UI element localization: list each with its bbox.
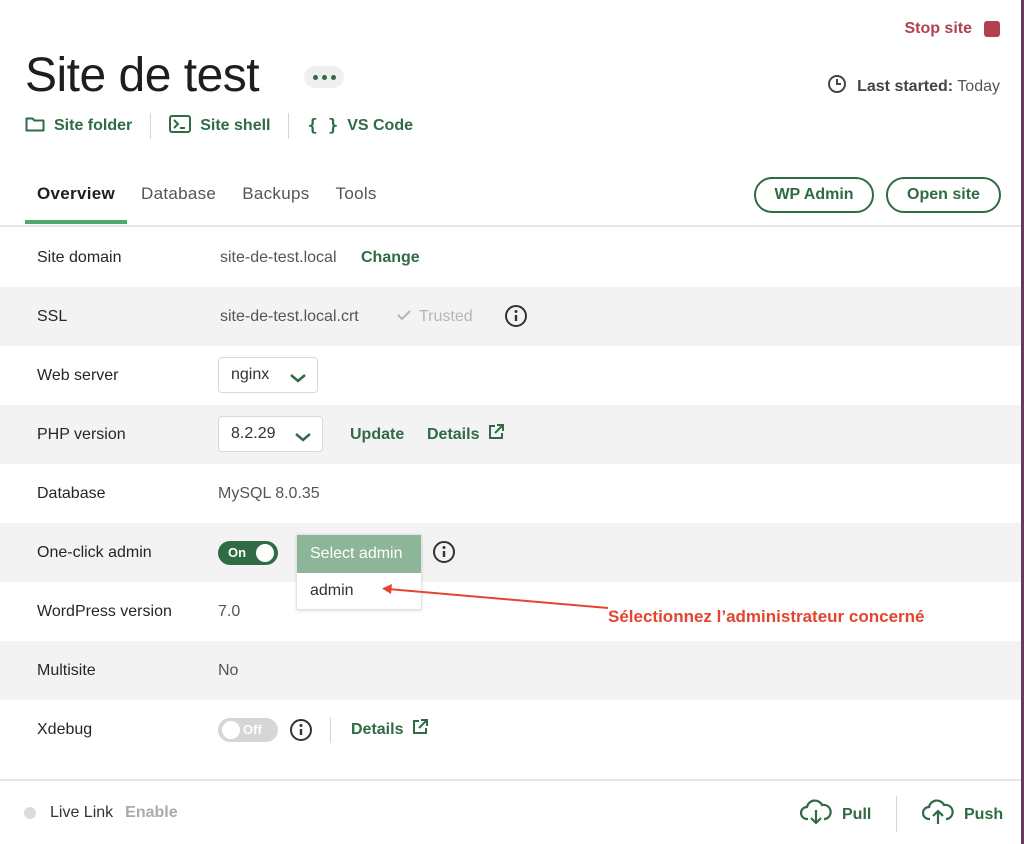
vs-code-label: VS Code bbox=[347, 117, 413, 134]
push-button[interactable]: Push bbox=[921, 798, 1004, 831]
wp-admin-button[interactable]: WP Admin bbox=[754, 177, 874, 213]
footer-divider bbox=[0, 779, 1024, 781]
dot-icon bbox=[312, 74, 318, 80]
vs-code-link[interactable]: { } VS Code bbox=[307, 116, 413, 136]
last-started-value: Today bbox=[957, 77, 1000, 95]
stop-site-button[interactable]: Stop site bbox=[904, 20, 1000, 38]
multisite-value: No bbox=[218, 661, 239, 679]
tab-tools[interactable]: Tools bbox=[324, 176, 389, 224]
divider bbox=[330, 717, 331, 743]
wordpress-version-label: WordPress version bbox=[37, 602, 172, 620]
select-admin-placeholder[interactable]: Select admin bbox=[297, 535, 421, 573]
site-domain-value: site-de-test.local bbox=[220, 248, 337, 266]
row-xdebug: Xdebug Off Details bbox=[0, 700, 1024, 759]
info-icon[interactable] bbox=[289, 718, 313, 747]
last-started-label: Last started: bbox=[857, 77, 954, 95]
tab-overview[interactable]: Overview bbox=[25, 176, 128, 224]
chevron-down-icon bbox=[294, 429, 312, 447]
one-click-admin-label: One-click admin bbox=[37, 543, 152, 561]
annotation-text: Sélectionnez l’administrateur concerné bbox=[608, 607, 925, 626]
toggle-knob bbox=[256, 544, 274, 562]
site-folder-label: Site folder bbox=[54, 117, 133, 134]
web-server-label: Web server bbox=[37, 366, 119, 384]
change-domain-link[interactable]: Change bbox=[361, 249, 420, 267]
external-link-icon bbox=[487, 423, 505, 446]
php-update-link[interactable]: Update bbox=[350, 426, 404, 444]
toggle-on-label: On bbox=[228, 545, 247, 560]
live-link-label: Live Link bbox=[50, 804, 114, 821]
divider bbox=[288, 113, 290, 139]
xdebug-toggle[interactable]: Off bbox=[218, 718, 278, 742]
xdebug-details-label: Details bbox=[351, 720, 404, 738]
row-database: Database MySQL 8.0.35 bbox=[0, 464, 1024, 523]
cloud-download-icon bbox=[799, 798, 832, 831]
ssl-label: SSL bbox=[37, 307, 68, 325]
database-label: Database bbox=[37, 484, 106, 502]
web-server-value: nginx bbox=[231, 366, 270, 383]
page-title: Site de test bbox=[25, 49, 260, 102]
pull-label: Pull bbox=[842, 805, 872, 823]
stop-site-label: Stop site bbox=[904, 20, 972, 37]
info-icon[interactable] bbox=[432, 540, 456, 569]
tab-database[interactable]: Database bbox=[129, 176, 228, 224]
pull-button[interactable]: Pull bbox=[799, 798, 872, 831]
divider bbox=[150, 113, 152, 139]
quicklinks: Site folder Site shell { } VS Code bbox=[25, 112, 413, 140]
trusted-label: Trusted bbox=[419, 307, 473, 325]
one-click-admin-toggle[interactable]: On bbox=[218, 541, 278, 565]
divider bbox=[896, 796, 897, 832]
web-server-select[interactable]: nginx bbox=[218, 357, 318, 393]
ssl-cert-value: site-de-test.local.crt bbox=[220, 307, 359, 325]
clock-icon bbox=[827, 74, 847, 99]
ssl-trusted-status: Trusted bbox=[397, 308, 473, 326]
info-icon[interactable] bbox=[504, 304, 528, 333]
toggle-knob bbox=[222, 721, 240, 739]
enable-live-link[interactable]: Enable bbox=[125, 804, 177, 822]
live-link: Live Link Enable bbox=[24, 804, 178, 822]
tab-bar: Overview Database Backups Tools bbox=[25, 176, 391, 224]
row-ssl: SSL site-de-test.local.crt Trusted bbox=[0, 287, 1024, 346]
push-label: Push bbox=[964, 805, 1004, 823]
row-web-server: Web server nginx bbox=[0, 346, 1024, 405]
dot-icon bbox=[330, 74, 336, 80]
row-multisite: Multisite No bbox=[0, 641, 1024, 700]
php-version-select[interactable]: 8.2.29 bbox=[218, 416, 323, 452]
multisite-label: Multisite bbox=[37, 661, 96, 679]
external-link-icon bbox=[411, 718, 429, 741]
cloud-upload-icon bbox=[921, 798, 954, 831]
site-shell-link[interactable]: Site shell bbox=[169, 114, 271, 138]
folder-icon bbox=[25, 116, 45, 137]
check-icon bbox=[397, 308, 411, 326]
dot-icon bbox=[321, 74, 327, 80]
php-version-value: 8.2.29 bbox=[231, 425, 276, 442]
open-site-button[interactable]: Open site bbox=[886, 177, 1001, 213]
php-version-label: PHP version bbox=[37, 425, 126, 443]
row-site-domain: Site domain site-de-test.local Change bbox=[0, 228, 1024, 287]
more-options-button[interactable] bbox=[304, 66, 344, 88]
site-folder-link[interactable]: Site folder bbox=[25, 116, 132, 137]
annotation-arrow bbox=[382, 584, 609, 609]
site-domain-label: Site domain bbox=[37, 248, 122, 266]
xdebug-label: Xdebug bbox=[37, 720, 93, 738]
wordpress-version-value: 7.0 bbox=[218, 602, 241, 620]
row-one-click-admin: One-click admin On bbox=[0, 523, 1024, 582]
chevron-down-icon bbox=[289, 370, 307, 388]
stop-square-icon bbox=[984, 21, 1000, 37]
last-started: Last started: Today bbox=[827, 74, 1000, 99]
tab-backups[interactable]: Backups bbox=[230, 176, 321, 224]
tabs-divider bbox=[0, 225, 1024, 227]
status-dot bbox=[24, 807, 36, 819]
site-shell-label: Site shell bbox=[200, 117, 271, 134]
toggle-off-label: Off bbox=[243, 722, 262, 737]
xdebug-details-link[interactable]: Details bbox=[351, 718, 429, 741]
code-braces-icon: { } bbox=[307, 116, 339, 136]
terminal-icon bbox=[169, 114, 192, 138]
php-details-label: Details bbox=[427, 425, 480, 443]
php-details-link[interactable]: Details bbox=[427, 423, 505, 446]
row-php-version: PHP version 8.2.29 Update Details bbox=[0, 405, 1024, 464]
database-value: MySQL 8.0.35 bbox=[218, 484, 320, 502]
